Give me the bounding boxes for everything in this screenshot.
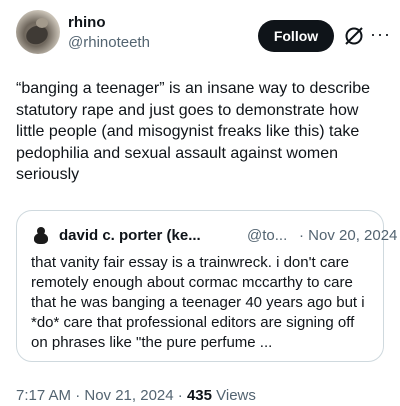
- tweet-header: rhino @rhinoteeth Follow ···: [16, 8, 390, 56]
- follow-button[interactable]: Follow: [258, 20, 334, 52]
- quoted-author-handle: @to...: [247, 227, 288, 244]
- quoted-tweet-date: · Nov 20, 2024: [299, 227, 398, 244]
- quoted-author-display-name: david c. porter (ke...: [59, 227, 201, 244]
- quoted-tweet[interactable]: david c. porter (ke... @to... · Nov 20, …: [16, 210, 397, 362]
- views-label: Views: [216, 387, 256, 404]
- author-avatar[interactable]: [16, 10, 60, 54]
- tweet-meta: 7:17 AM · Nov 21, 2024 · 435 Views: [16, 386, 256, 406]
- author-handle[interactable]: @rhinoteeth: [68, 34, 150, 52]
- author-display-name[interactable]: rhino: [68, 14, 150, 32]
- grok-slash-icon[interactable]: [342, 24, 366, 48]
- quoted-author-avatar: [31, 225, 51, 245]
- ellipsis-icon[interactable]: ···: [370, 24, 390, 48]
- avatar-body-shape: [34, 233, 48, 244]
- tweet-timestamp[interactable]: 7:17 AM · Nov 21, 2024 ·: [16, 387, 183, 404]
- tweet-text: “banging a teenager” is an insane way to…: [16, 80, 370, 183]
- views-count: 435: [186, 387, 212, 404]
- avatar-shape-highlight: [36, 18, 48, 28]
- quoted-tweet-header: david c. porter (ke... @to... · Nov 20, …: [31, 225, 397, 247]
- quoted-tweet-text: that vanity fair essay is a trainwreck. …: [31, 254, 365, 351]
- author-names: rhino @rhinoteeth: [68, 14, 150, 52]
